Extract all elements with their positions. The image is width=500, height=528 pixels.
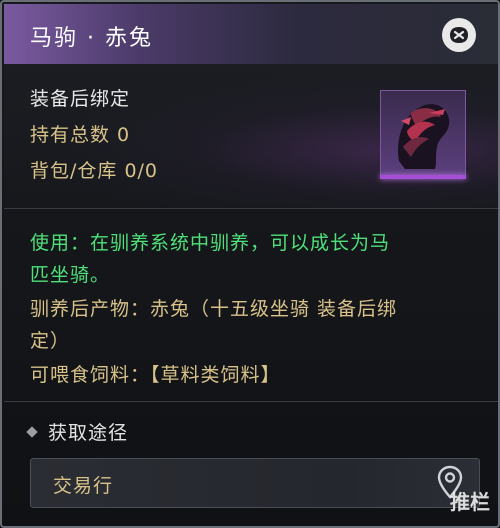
item-description-section: 使用：在驯养系统中驯养，可以成长为马 匹坐骑。 驯养后产物：赤兔（十五级坐骑 装… [4,210,498,400]
tooltip-header: 马驹 · 赤兔 [4,4,498,65]
item-quality-bar [380,175,466,179]
divider [4,401,498,402]
product-line-1: 驯养后产物：赤兔（十五级坐骑 装备后绑 [30,298,398,320]
source-label: 交易行 [53,475,114,497]
divider [4,208,498,209]
item-thumbnail[interactable] [380,90,466,176]
horse-head-icon [398,104,450,169]
item-info-section: 装备后绑定 持有总数 0 背包/仓库 0/0 [4,64,498,208]
owned-total-text: 持有总数 0 [30,124,131,146]
watermark-logo: 推栏 [450,490,490,514]
bag-storage-text: 背包/仓库 0/0 [30,160,159,182]
close-icon [450,27,468,43]
product-line-2: 定） [30,330,71,352]
feed-line: 可喂食饲料：【草料类饲料】 [30,364,281,386]
acquisition-title: 获取途径 [48,422,129,444]
bind-status-text: 装备后绑定 [30,88,131,110]
acquisition-source-trading-post[interactable]: 交易行 [30,458,480,508]
usage-line-2: 匹坐骑。 [30,264,111,286]
item-tooltip-panel: 马驹 · 赤兔 装备后绑定 持有总数 0 背包/仓库 0/0 使用：在驯养系统中… [0,0,500,528]
usage-line-1: 使用：在驯养系统中驯养，可以成长为马 [30,232,391,254]
close-button[interactable] [442,18,476,52]
acquisition-header: 获取途径 [26,418,129,445]
item-title: 马驹 · 赤兔 [30,26,153,51]
diamond-bullet-icon [26,425,38,438]
